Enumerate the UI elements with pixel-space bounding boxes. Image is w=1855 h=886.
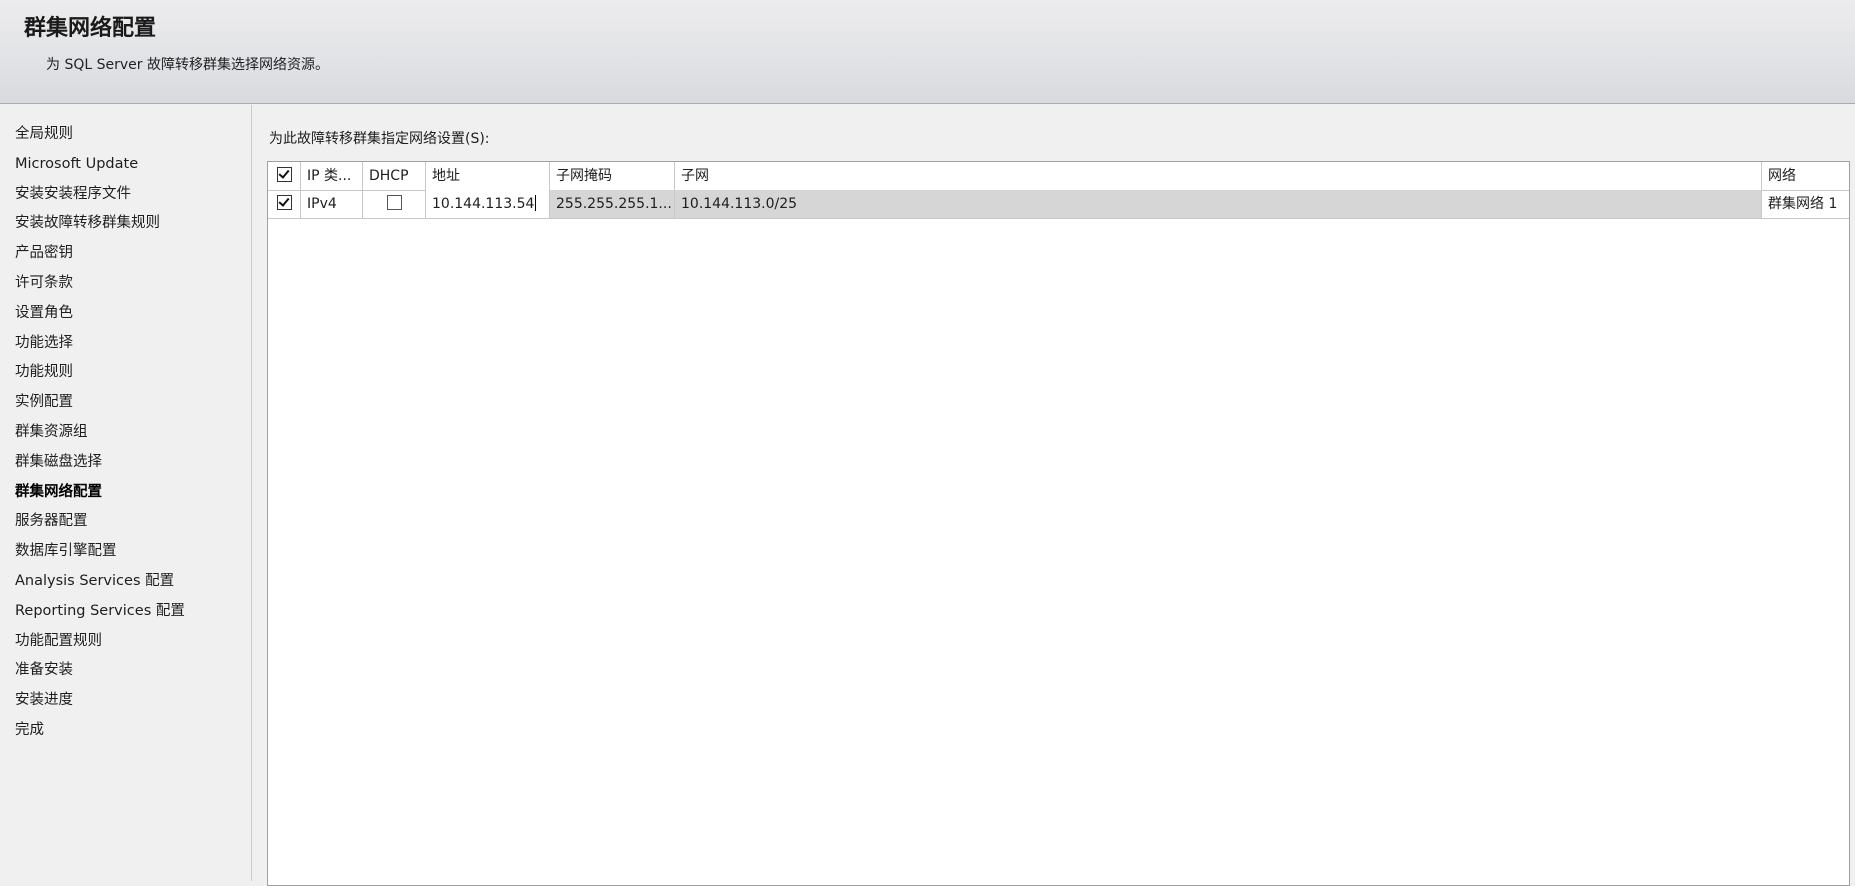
sidebar-item-microsoft-update[interactable]: Microsoft Update bbox=[0, 149, 251, 179]
sidebar-item-cluster-resource-group[interactable]: 群集资源组 bbox=[0, 417, 251, 447]
sidebar-item-feature-selection[interactable]: 功能选择 bbox=[0, 328, 251, 358]
sidebar-item-feature-rules[interactable]: 功能规则 bbox=[0, 357, 251, 387]
sidebar-item-cluster-disk-selection[interactable]: 群集磁盘选择 bbox=[0, 447, 251, 477]
main-content: 为此故障转移群集指定网络设置(S): IP 类... DHCP 地址 子网掩码 … bbox=[253, 105, 1855, 886]
column-header-network[interactable]: 网络 bbox=[1762, 162, 1849, 190]
column-header-subnet-mask[interactable]: 子网掩码 bbox=[550, 162, 675, 190]
dhcp-cell bbox=[363, 190, 426, 218]
network-settings-grid: IP 类... DHCP 地址 子网掩码 子网 网络 IPv4 10.144.1… bbox=[267, 161, 1850, 886]
column-header-address[interactable]: 地址 bbox=[426, 162, 550, 190]
sidebar-item-setup-role[interactable]: 设置角色 bbox=[0, 298, 251, 328]
sidebar-item-feature-configuration-rules[interactable]: 功能配置规则 bbox=[0, 626, 251, 656]
sidebar-item-install-setup-files[interactable]: 安装安装程序文件 bbox=[0, 179, 251, 209]
sidebar-item-server-configuration[interactable]: 服务器配置 bbox=[0, 506, 251, 536]
column-header-dhcp[interactable]: DHCP bbox=[363, 162, 426, 190]
column-header-ip-type[interactable]: IP 类... bbox=[301, 162, 363, 190]
sidebar-item-database-engine-configuration[interactable]: 数据库引擎配置 bbox=[0, 536, 251, 566]
sidebar-item-instance-configuration[interactable]: 实例配置 bbox=[0, 387, 251, 417]
address-cell[interactable]: 10.144.113.54 bbox=[426, 190, 550, 218]
table-row[interactable]: IPv4 10.144.113.54 255.255.255.1... 10.1… bbox=[268, 190, 1849, 219]
network-settings-label: 为此故障转移群集指定网络设置(S): bbox=[269, 131, 490, 147]
sidebar-item-cluster-network-configuration[interactable]: 群集网络配置 bbox=[0, 477, 251, 507]
address-input[interactable]: 10.144.113.54 bbox=[432, 196, 534, 212]
dhcp-checkbox[interactable] bbox=[386, 195, 402, 210]
row-select-cell bbox=[268, 190, 301, 218]
page-header: 群集网络配置 为 SQL Server 故障转移群集选择网络资源。 bbox=[0, 0, 1855, 104]
page-title: 群集网络配置 bbox=[24, 16, 157, 41]
sidebar-item-product-key[interactable]: 产品密钥 bbox=[0, 238, 251, 268]
text-caret bbox=[535, 195, 537, 211]
select-all-checkbox[interactable] bbox=[276, 167, 292, 182]
row-select-checkbox[interactable] bbox=[276, 195, 292, 210]
sidebar-item-global-rules[interactable]: 全局规则 bbox=[0, 119, 251, 149]
column-header-subnet[interactable]: 子网 bbox=[675, 162, 1762, 190]
sidebar-item-reporting-services-configuration[interactable]: Reporting Services 配置 bbox=[0, 596, 251, 626]
ip-type-cell[interactable]: IPv4 bbox=[301, 190, 363, 218]
sidebar-item-complete[interactable]: 完成 bbox=[0, 715, 251, 745]
wizard-steps-sidebar: 全局规则 Microsoft Update 安装安装程序文件 安装故障转移群集规… bbox=[0, 105, 252, 881]
page-subtitle: 为 SQL Server 故障转移群集选择网络资源。 bbox=[46, 57, 329, 73]
header-select-all-cell bbox=[268, 162, 301, 190]
sidebar-item-analysis-services-configuration[interactable]: Analysis Services 配置 bbox=[0, 566, 251, 596]
network-cell[interactable]: 群集网络 1 bbox=[1762, 190, 1849, 218]
subnet-mask-cell[interactable]: 255.255.255.1... bbox=[550, 190, 675, 218]
sidebar-item-failover-cluster-rules[interactable]: 安装故障转移群集规则 bbox=[0, 208, 251, 238]
sidebar-item-installation-progress[interactable]: 安装进度 bbox=[0, 685, 251, 715]
sidebar-item-ready-to-install[interactable]: 准备安装 bbox=[0, 655, 251, 685]
grid-header-row: IP 类... DHCP 地址 子网掩码 子网 网络 bbox=[268, 162, 1849, 191]
sidebar-item-license-terms[interactable]: 许可条款 bbox=[0, 268, 251, 298]
subnet-cell[interactable]: 10.144.113.0/25 bbox=[675, 190, 1762, 218]
